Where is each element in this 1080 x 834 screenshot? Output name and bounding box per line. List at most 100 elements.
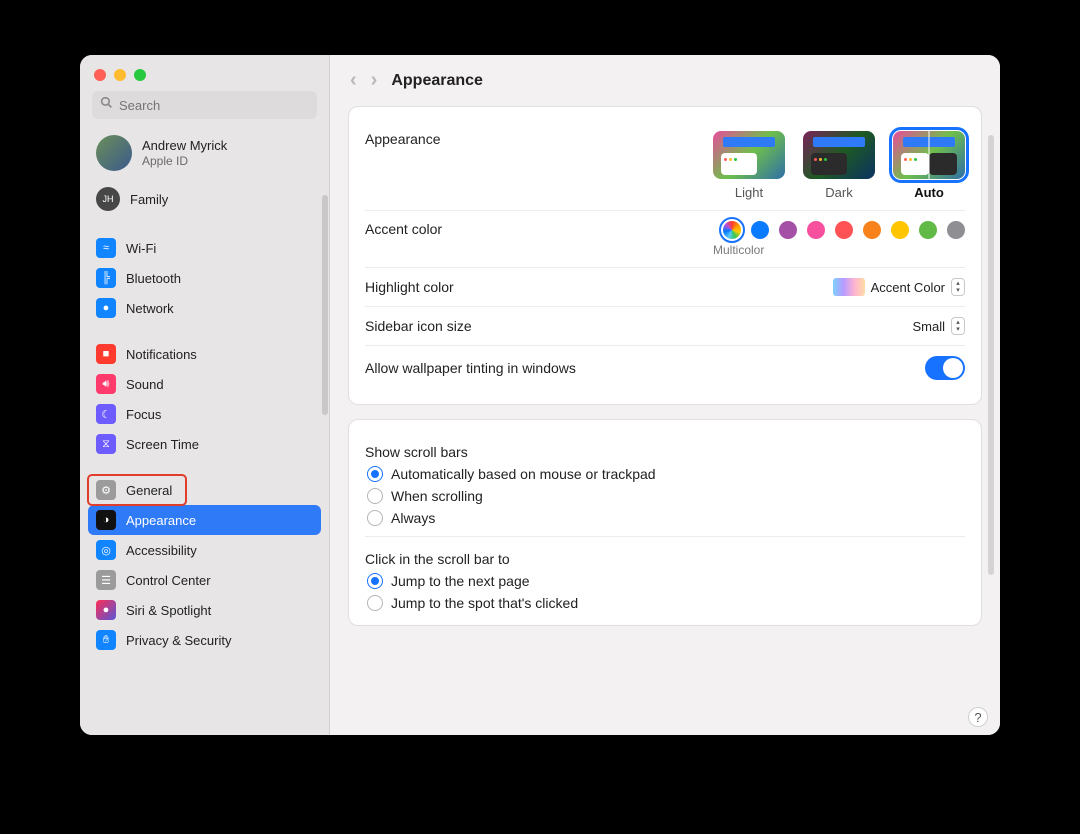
- main-scrollbar[interactable]: [988, 135, 994, 575]
- window-controls: [80, 55, 329, 91]
- sidebar-item-controlcenter[interactable]: ☰ Control Center: [88, 565, 321, 595]
- highlight-swatch-icon: [833, 278, 865, 296]
- accent-graphite[interactable]: [947, 221, 965, 239]
- sidebar-item-family[interactable]: JH Family: [88, 181, 321, 217]
- sidebar-item-label: General: [126, 483, 172, 498]
- sidebar-item-notifications[interactable]: ■ Notifications: [88, 339, 321, 369]
- sidebar-item-wifi[interactable]: ≈ Wi-Fi: [88, 233, 321, 263]
- settings-window: Andrew Myrick Apple ID JH Family ≈ Wi-Fi…: [80, 55, 1000, 735]
- light-preview-icon: [713, 131, 785, 179]
- sidebar-item-general[interactable]: ⚙ General: [88, 475, 186, 505]
- appearance-tiles: Light Dark: [713, 131, 965, 200]
- sidebar-scroll[interactable]: Andrew Myrick Apple ID JH Family ≈ Wi-Fi…: [80, 129, 329, 735]
- sidebar-group-network: ≈ Wi-Fi ╠ Bluetooth ● Network: [88, 233, 321, 323]
- accent-swatches: [723, 221, 965, 239]
- scrollbars-radio-group: Automatically based on mouse or trackpad…: [367, 466, 965, 526]
- radio-label: Jump to the next page: [391, 573, 530, 589]
- user-name: Andrew Myrick: [142, 138, 227, 154]
- sidebar-item-accessibility[interactable]: ◎ Accessibility: [88, 535, 321, 565]
- accent-orange[interactable]: [863, 221, 881, 239]
- sidebar-item-network[interactable]: ● Network: [88, 293, 321, 323]
- appearance-option-light[interactable]: Light: [713, 131, 785, 200]
- sidebar: Andrew Myrick Apple ID JH Family ≈ Wi-Fi…: [80, 55, 330, 735]
- moon-icon: ☾: [96, 404, 116, 424]
- stepper-icon: ▴▾: [951, 317, 965, 335]
- main-header: ‹ › Appearance: [330, 55, 1000, 106]
- scrollbars-option-always[interactable]: Always: [367, 510, 965, 526]
- maximize-icon[interactable]: [134, 69, 146, 81]
- content-scroll[interactable]: Appearance Light Dark: [330, 106, 1000, 735]
- sidebar-item-screentime[interactable]: ⧖ Screen Time: [88, 429, 321, 459]
- family-avatar-icon: JH: [96, 187, 120, 211]
- radio-label: Always: [391, 510, 435, 526]
- close-icon[interactable]: [94, 69, 106, 81]
- sidebar-item-privacy[interactable]: ✋︎ Privacy & Security: [88, 625, 321, 655]
- sidebar-item-label: Screen Time: [126, 437, 199, 452]
- tinting-toggle[interactable]: [925, 356, 965, 380]
- avatar: [96, 135, 132, 171]
- sidebar-scrollbar[interactable]: [322, 195, 328, 415]
- help-button[interactable]: ?: [968, 707, 988, 727]
- click-option-spot[interactable]: Jump to the spot that's clicked: [367, 595, 965, 611]
- accent-label: Accent color: [365, 221, 442, 237]
- search-icon: [100, 96, 113, 114]
- main-panel: ‹ › Appearance Appearance Light: [330, 55, 1000, 735]
- appearance-icon: ◑: [96, 510, 116, 530]
- bell-icon: ■: [96, 344, 116, 364]
- radio-icon: [367, 510, 383, 526]
- scrollbars-option-scrolling[interactable]: When scrolling: [367, 488, 965, 504]
- accent-red[interactable]: [835, 221, 853, 239]
- sidebar-item-label: Notifications: [126, 347, 197, 362]
- sidebar-icon-select[interactable]: Small ▴▾: [912, 317, 965, 335]
- page-title: Appearance: [391, 72, 483, 90]
- click-scroll-radio-group: Jump to the next page Jump to the spot t…: [367, 573, 965, 611]
- gear-icon: ⚙: [96, 480, 116, 500]
- forward-button[interactable]: ›: [371, 69, 378, 92]
- sidebar-item-appearance[interactable]: ◑ Appearance: [88, 505, 321, 535]
- sidebar-item-label: Family: [130, 192, 168, 207]
- search-field[interactable]: [92, 91, 317, 119]
- hourglass-icon: ⧖: [96, 434, 116, 454]
- highlight-value: Accent Color: [871, 280, 945, 295]
- radio-icon: [367, 466, 383, 482]
- accent-yellow[interactable]: [891, 221, 909, 239]
- accent-multicolor[interactable]: [723, 221, 741, 239]
- accent-pink[interactable]: [807, 221, 825, 239]
- sidebar-item-bluetooth[interactable]: ╠ Bluetooth: [88, 263, 321, 293]
- sidebar-item-label: Network: [126, 301, 174, 316]
- auto-preview-icon: [893, 131, 965, 179]
- wifi-icon: ≈: [96, 238, 116, 258]
- stepper-icon: ▴▾: [951, 278, 965, 296]
- appearance-option-auto[interactable]: Auto: [893, 131, 965, 200]
- appearance-option-dark[interactable]: Dark: [803, 131, 875, 200]
- accent-green[interactable]: [919, 221, 937, 239]
- sidebar-group-alerts: ■ Notifications 🔊︎ Sound ☾ Focus ⧖ Scree…: [88, 339, 321, 459]
- tile-label: Light: [735, 185, 763, 200]
- sidebar-item-sound[interactable]: 🔊︎ Sound: [88, 369, 321, 399]
- sidebar-item-label: Bluetooth: [126, 271, 181, 286]
- sliders-icon: ☰: [96, 570, 116, 590]
- highlight-select[interactable]: Accent Color ▴▾: [833, 278, 965, 296]
- appearance-panel: Appearance Light Dark: [348, 106, 982, 405]
- sidebar-item-appleid[interactable]: Andrew Myrick Apple ID: [88, 129, 321, 177]
- minimize-icon[interactable]: [114, 69, 126, 81]
- back-button[interactable]: ‹: [350, 69, 357, 92]
- radio-label: Automatically based on mouse or trackpad: [391, 466, 656, 482]
- sidebar-item-focus[interactable]: ☾ Focus: [88, 399, 321, 429]
- sidebar-icon-value: Small: [912, 319, 945, 334]
- sidebar-group-system: ⚙ General ◑ Appearance ◎ Accessibility ☰…: [88, 475, 321, 655]
- sidebar-item-label: Focus: [126, 407, 161, 422]
- tinting-label: Allow wallpaper tinting in windows: [365, 360, 576, 376]
- accent-blue[interactable]: [751, 221, 769, 239]
- scrollbars-label: Show scroll bars: [365, 434, 965, 460]
- siri-icon: ●: [96, 600, 116, 620]
- sidebar-item-label: Privacy & Security: [126, 633, 231, 648]
- accent-selected-label: Multicolor: [713, 243, 764, 257]
- tile-label: Auto: [914, 185, 944, 200]
- click-option-nextpage[interactable]: Jump to the next page: [367, 573, 965, 589]
- accent-purple[interactable]: [779, 221, 797, 239]
- bluetooth-icon: ╠: [96, 268, 116, 288]
- search-input[interactable]: [119, 98, 309, 113]
- scrollbars-option-auto[interactable]: Automatically based on mouse or trackpad: [367, 466, 965, 482]
- sidebar-item-siri[interactable]: ● Siri & Spotlight: [88, 595, 321, 625]
